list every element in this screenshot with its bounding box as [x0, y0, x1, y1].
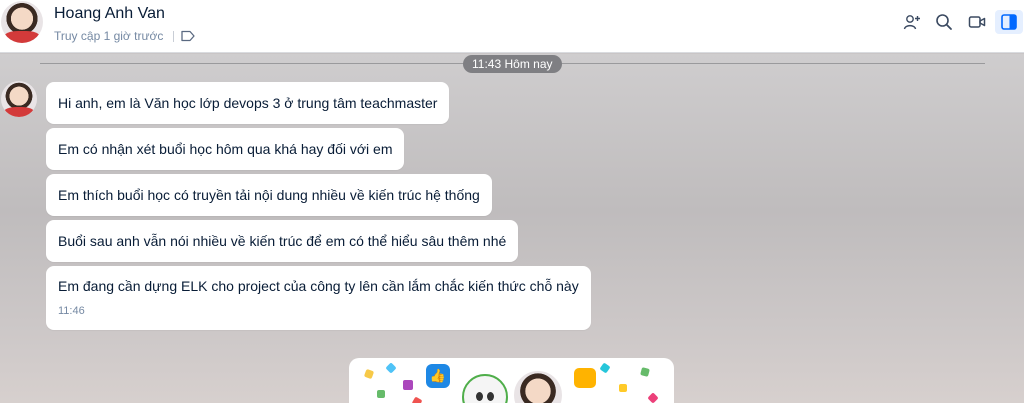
- video-call-icon: [968, 16, 986, 28]
- last-seen-status: Truy cập 1 giờ trước: [54, 29, 164, 43]
- conversation-info-toggle[interactable]: [995, 10, 1023, 34]
- mascot-icon: [462, 374, 508, 403]
- message-bubble[interactable]: Buổi sau anh vẫn nói nhiều về kiến trúc …: [46, 220, 519, 262]
- confetti-decoration: [619, 384, 627, 392]
- message-list[interactable]: 11:43 Hôm nay Hi anh, em là Văn học lớp …: [0, 54, 1024, 403]
- message-bubble[interactable]: Em có nhận xét buổi học hôm qua khá hay …: [46, 128, 405, 170]
- search-icon: [936, 14, 952, 30]
- confetti-decoration: [640, 367, 650, 377]
- confetti-decoration: [385, 362, 397, 374]
- message-text: Em thích buổi học có truyền tải nội dung…: [58, 187, 480, 203]
- search-messages-button[interactable]: [930, 10, 958, 34]
- confetti-decoration: [647, 392, 659, 403]
- message-text: Em đang cần dựng ELK cho project của côn…: [58, 278, 579, 294]
- sidebar-toggle-icon: [1001, 14, 1017, 30]
- confetti-decoration: [377, 390, 385, 398]
- chat-header: Hoang Anh Van Truy cập 1 giờ trước: [0, 0, 1024, 53]
- contact-avatar-large: [512, 369, 564, 403]
- add-to-group-button[interactable]: [898, 10, 926, 34]
- chat-bubble-icon: [574, 368, 596, 388]
- message-bubble[interactable]: Em thích buổi học có truyền tải nội dung…: [46, 174, 492, 216]
- confetti-decoration: [411, 396, 423, 403]
- message-bubble[interactable]: Em đang cần dựng ELK cho project của côn…: [46, 266, 591, 330]
- tag-icon[interactable]: [180, 29, 196, 43]
- message-timestamp: 11:46: [58, 305, 85, 317]
- message-text: Em có nhận xét buổi học hôm qua khá hay …: [58, 141, 393, 157]
- add-friend-icon: [903, 15, 920, 30]
- header-divider: [173, 31, 174, 42]
- message-bubble[interactable]: Hi anh, em là Văn học lớp devops 3 ở tru…: [46, 82, 450, 124]
- confetti-decoration: [599, 362, 611, 374]
- message-text: Hi anh, em là Văn học lớp devops 3 ở tru…: [58, 95, 438, 111]
- welcome-card: 👍: [349, 358, 674, 403]
- confetti-decoration: [403, 380, 413, 390]
- message-text: Buổi sau anh vẫn nói nhiều về kiến trúc …: [58, 233, 507, 249]
- sender-avatar[interactable]: [1, 81, 37, 117]
- time-separator: 11:43 Hôm nay: [463, 55, 562, 73]
- contact-name[interactable]: Hoang Anh Van: [54, 5, 165, 23]
- like-icon: 👍: [426, 364, 450, 388]
- contact-avatar[interactable]: [1, 1, 43, 43]
- video-call-button[interactable]: [963, 10, 991, 34]
- confetti-decoration: [363, 368, 375, 380]
